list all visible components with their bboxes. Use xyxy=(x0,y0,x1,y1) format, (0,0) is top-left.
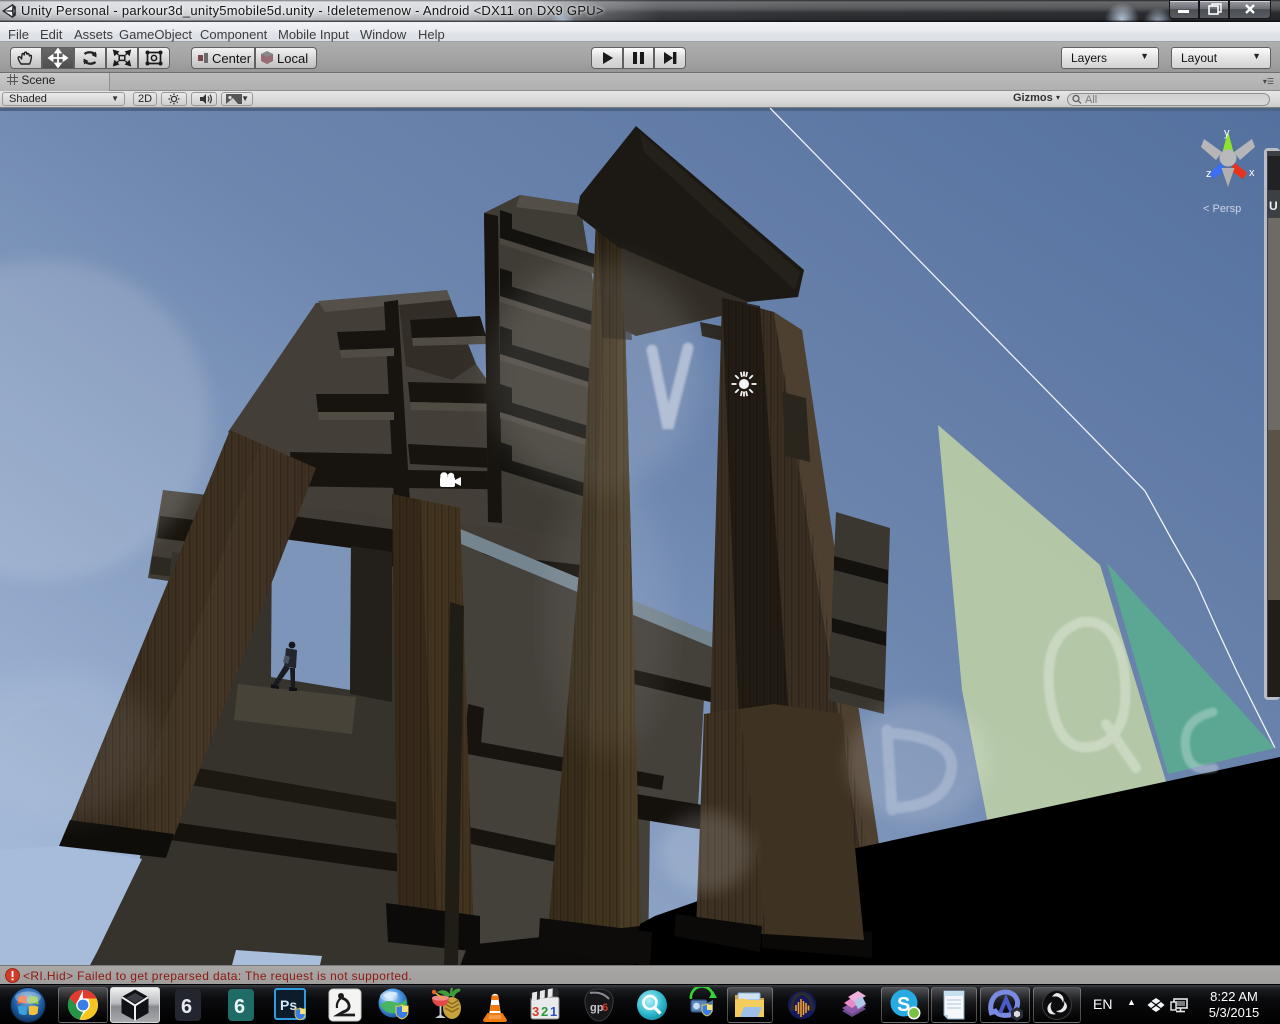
svg-text:2: 2 xyxy=(541,1004,548,1019)
svg-text:˂ Persp: ˂ Persp xyxy=(1203,203,1241,215)
svg-text:U: U xyxy=(1269,199,1278,213)
svg-text:6: 6 xyxy=(234,996,245,1018)
svg-text:6: 6 xyxy=(602,1002,608,1014)
svg-text:x: x xyxy=(1249,167,1255,179)
svg-text:z: z xyxy=(1206,168,1212,180)
svg-text:Center: Center xyxy=(212,51,252,66)
svg-text:1: 1 xyxy=(550,1004,557,1019)
svg-text:6: 6 xyxy=(181,996,192,1018)
svg-text:3: 3 xyxy=(532,1004,539,1019)
svg-text:Local: Local xyxy=(277,51,308,66)
svg-text:y: y xyxy=(1224,127,1230,139)
